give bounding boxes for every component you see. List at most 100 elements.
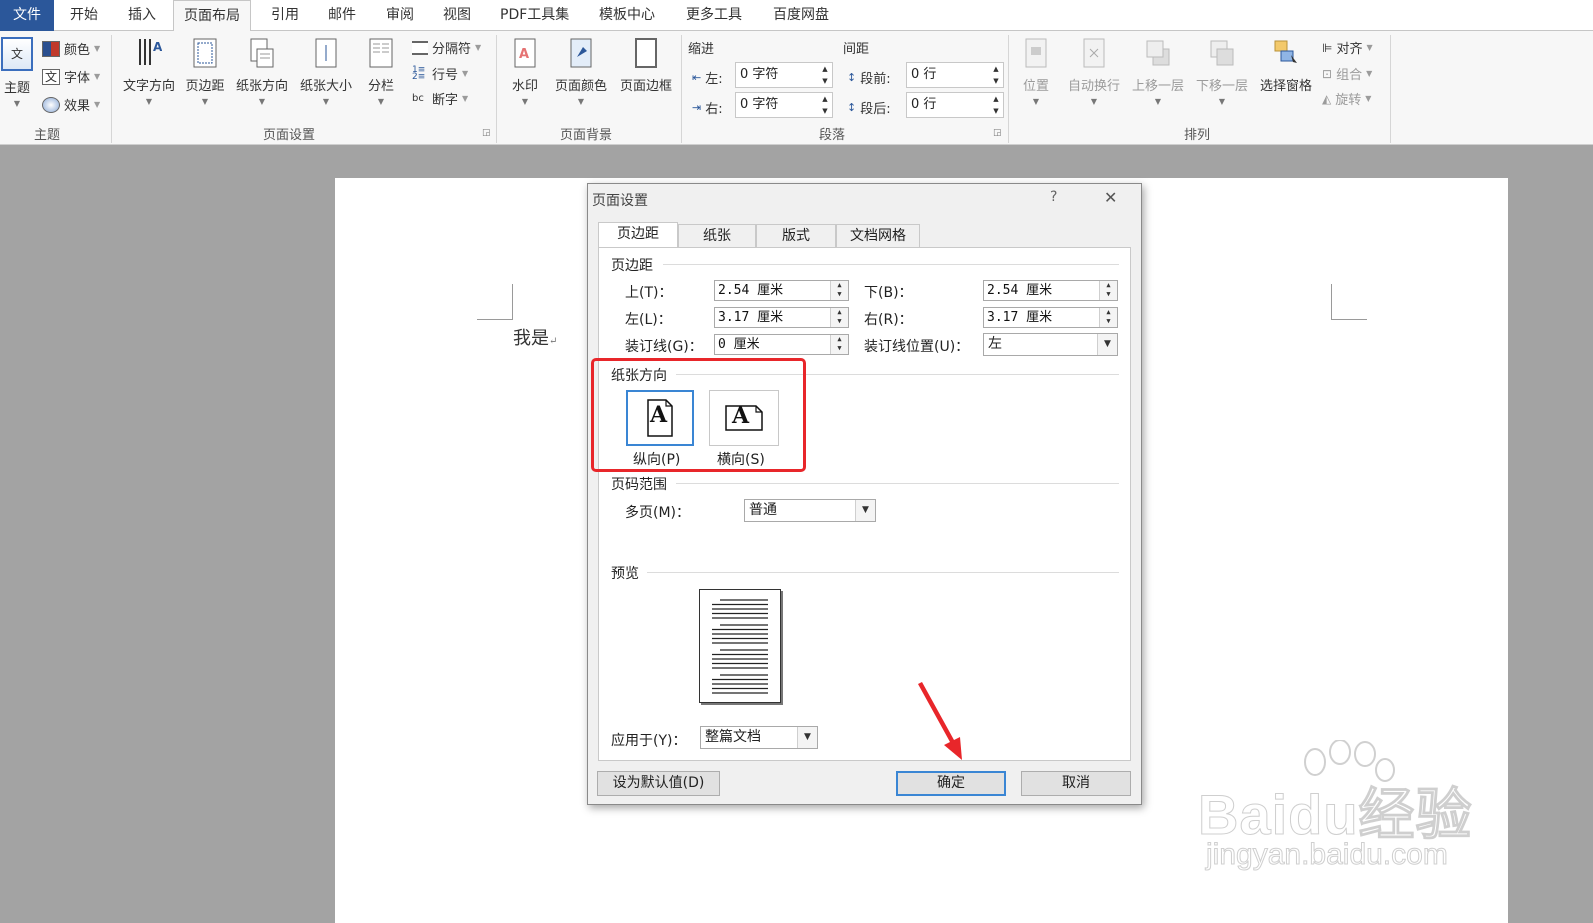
- paper-size-button[interactable]: 纸张大小 ▼: [296, 37, 356, 106]
- tab-baidu-netdisk[interactable]: 百度网盘: [773, 0, 829, 31]
- tab-home[interactable]: 开始: [70, 0, 98, 31]
- tab-view[interactable]: 视图: [443, 0, 471, 31]
- tab-doc-grid[interactable]: 文档网格: [836, 224, 920, 248]
- spinner-icon[interactable]: ▲ ▼: [830, 335, 848, 354]
- group-label-page-background: 页面背景: [560, 128, 613, 143]
- send-backward-button[interactable]: 下移一层 ▼: [1192, 37, 1252, 106]
- tab-paper[interactable]: 纸张: [678, 224, 756, 248]
- dialog-launcher-icon[interactable]: ◲: [993, 128, 1002, 138]
- tab-layout[interactable]: 版式: [756, 224, 836, 248]
- selection-pane-button[interactable]: 选择窗格: [1256, 37, 1316, 94]
- bring-forward-button[interactable]: 上移一层 ▼: [1128, 37, 1188, 106]
- chevron-down-icon: ▼: [1218, 97, 1226, 106]
- indent-left-value: 0 字符: [740, 67, 779, 82]
- right-margin-input[interactable]: 3.17 厘米 ▲ ▼: [983, 307, 1118, 328]
- group-icon: ⊡: [1322, 66, 1333, 81]
- spinner-icon[interactable]: ▲ ▼: [1099, 308, 1117, 327]
- chevron-down-icon: ▼: [94, 100, 101, 109]
- ok-button[interactable]: 确定: [896, 771, 1006, 796]
- section-divider: [663, 264, 1119, 265]
- spinner-icon[interactable]: ▲ ▼: [989, 93, 1003, 117]
- multiple-pages-value: 普通: [749, 502, 777, 518]
- indent-left-input[interactable]: 0 字符 ▲ ▼: [735, 62, 833, 88]
- tab-page-layout[interactable]: 页面布局: [173, 0, 251, 32]
- chevron-down-icon: ▼: [13, 99, 21, 108]
- page-borders-icon: [635, 38, 657, 68]
- apply-to-select[interactable]: 整篇文档 ▼: [700, 726, 818, 749]
- cancel-button[interactable]: 取消: [1021, 771, 1131, 796]
- breaks-button[interactable]: 分隔符 ▼: [412, 38, 481, 57]
- spacing-after-label: ↕ 段后:: [847, 98, 891, 117]
- position-button[interactable]: 位置 ▼: [1018, 37, 1054, 106]
- chevron-down-icon: ▼: [1032, 97, 1040, 106]
- chevron-down-icon[interactable]: ▼: [1097, 334, 1117, 355]
- text-direction-button[interactable]: A 文字方向 ▼: [118, 37, 180, 106]
- indent-right-input[interactable]: 0 字符 ▲ ▼: [735, 92, 833, 118]
- orientation-button[interactable]: 纸张方向 ▼: [232, 37, 292, 106]
- page-color-button[interactable]: 页面颜色 ▼: [551, 37, 611, 106]
- rotate-button[interactable]: ◭ 旋转 ▼: [1322, 89, 1371, 109]
- tab-insert[interactable]: 插入: [128, 0, 156, 31]
- effects-icon: [42, 96, 60, 113]
- themes-button[interactable]: 文 主题 ▼: [0, 37, 34, 108]
- tab-file[interactable]: 文件: [0, 0, 54, 31]
- paper-size-label: 纸张大小: [299, 79, 352, 94]
- spinner-icon[interactable]: ▲ ▼: [1099, 281, 1117, 300]
- page-borders-label: 页面边框: [619, 79, 672, 94]
- margins-button[interactable]: 页边距 ▼: [182, 37, 228, 106]
- margins-section-title: 页边距: [611, 258, 653, 274]
- group-objects-label: 组合: [1336, 68, 1363, 83]
- tab-mailings[interactable]: 邮件: [328, 0, 356, 31]
- indent-right-text: 右:: [705, 102, 723, 117]
- chevron-down-icon: ▼: [322, 97, 330, 106]
- spinner-icon[interactable]: ▲ ▼: [830, 308, 848, 327]
- section-divider: [647, 572, 1119, 573]
- spinner-icon[interactable]: ▲ ▼: [830, 281, 848, 300]
- watermark-button[interactable]: A 水印 ▼: [505, 37, 545, 106]
- close-icon[interactable]: ✕: [1104, 188, 1117, 207]
- margins-icon: [193, 38, 217, 68]
- menu-bar: 文件 开始 插入 页面布局 引用 邮件 审阅 视图 PDF工具集 模板中心 更多…: [0, 0, 1593, 32]
- tab-pdf-tools[interactable]: PDF工具集: [500, 0, 569, 31]
- spinner-icon[interactable]: ▲ ▼: [818, 63, 832, 87]
- breaks-icon: [412, 40, 428, 55]
- spinner-icon[interactable]: ▲ ▼: [989, 63, 1003, 87]
- align-button[interactable]: ⊫ 对齐 ▼: [1322, 38, 1373, 58]
- gutter-input[interactable]: 0 厘米 ▲ ▼: [714, 334, 849, 355]
- margins-label: 页边距: [185, 79, 225, 94]
- columns-button[interactable]: 分栏 ▼: [364, 37, 398, 106]
- top-margin-label: 上(T)：: [625, 285, 673, 301]
- left-margin-input[interactable]: 3.17 厘米 ▲ ▼: [714, 307, 849, 328]
- document-text[interactable]: 我是↵: [513, 324, 557, 350]
- align-icon: ⊫: [1322, 40, 1333, 55]
- tab-template-center[interactable]: 模板中心: [599, 0, 655, 31]
- ribbon: 文 主题 ▼ 颜色 ▼ 文 字体 ▼ 效果 ▼ 主题 A 文字方向 ▼ 页边距 ▼ 纸…: [0, 31, 1593, 145]
- tab-margins[interactable]: 页边距: [598, 222, 678, 248]
- theme-colors-button[interactable]: 颜色 ▼: [42, 39, 100, 58]
- wrap-text-button[interactable]: 自动换行 ▼: [1064, 37, 1124, 106]
- spinner-icon[interactable]: ▲ ▼: [818, 93, 832, 117]
- help-icon[interactable]: ?: [1050, 189, 1057, 205]
- dialog-launcher-icon[interactable]: ◲: [482, 128, 491, 138]
- chevron-down-icon[interactable]: ▼: [797, 727, 817, 748]
- tab-review[interactable]: 审阅: [386, 0, 414, 31]
- top-margin-input[interactable]: 2.54 厘米 ▲ ▼: [714, 280, 849, 301]
- tab-more-tools[interactable]: 更多工具: [686, 0, 742, 31]
- page-borders-button[interactable]: 页面边框: [615, 37, 677, 94]
- theme-effects-button[interactable]: 效果 ▼: [42, 95, 100, 114]
- spacing-after-input[interactable]: 0 行 ▲ ▼: [906, 92, 1004, 118]
- colors-icon: [42, 40, 60, 57]
- page-color-label: 页面颜色: [554, 79, 607, 94]
- tab-references[interactable]: 引用: [271, 0, 299, 31]
- hyphenation-button[interactable]: bc 断字 ▼: [412, 89, 468, 109]
- multiple-pages-select[interactable]: 普通 ▼: [744, 499, 876, 522]
- group-objects-button[interactable]: ⊡ 组合 ▼: [1322, 64, 1372, 84]
- selection-pane-icon: [1274, 40, 1297, 63]
- theme-fonts-button[interactable]: 文 字体 ▼: [42, 67, 100, 86]
- bottom-margin-input[interactable]: 2.54 厘米 ▲ ▼: [983, 280, 1118, 301]
- line-numbers-button[interactable]: 1≡ 2≡ 行号 ▼: [412, 64, 468, 83]
- gutter-position-select[interactable]: 左 ▼: [983, 333, 1118, 356]
- set-default-button[interactable]: 设为默认值(D): [597, 771, 720, 796]
- chevron-down-icon[interactable]: ▼: [855, 500, 875, 521]
- spacing-before-input[interactable]: 0 行 ▲ ▼: [906, 62, 1004, 88]
